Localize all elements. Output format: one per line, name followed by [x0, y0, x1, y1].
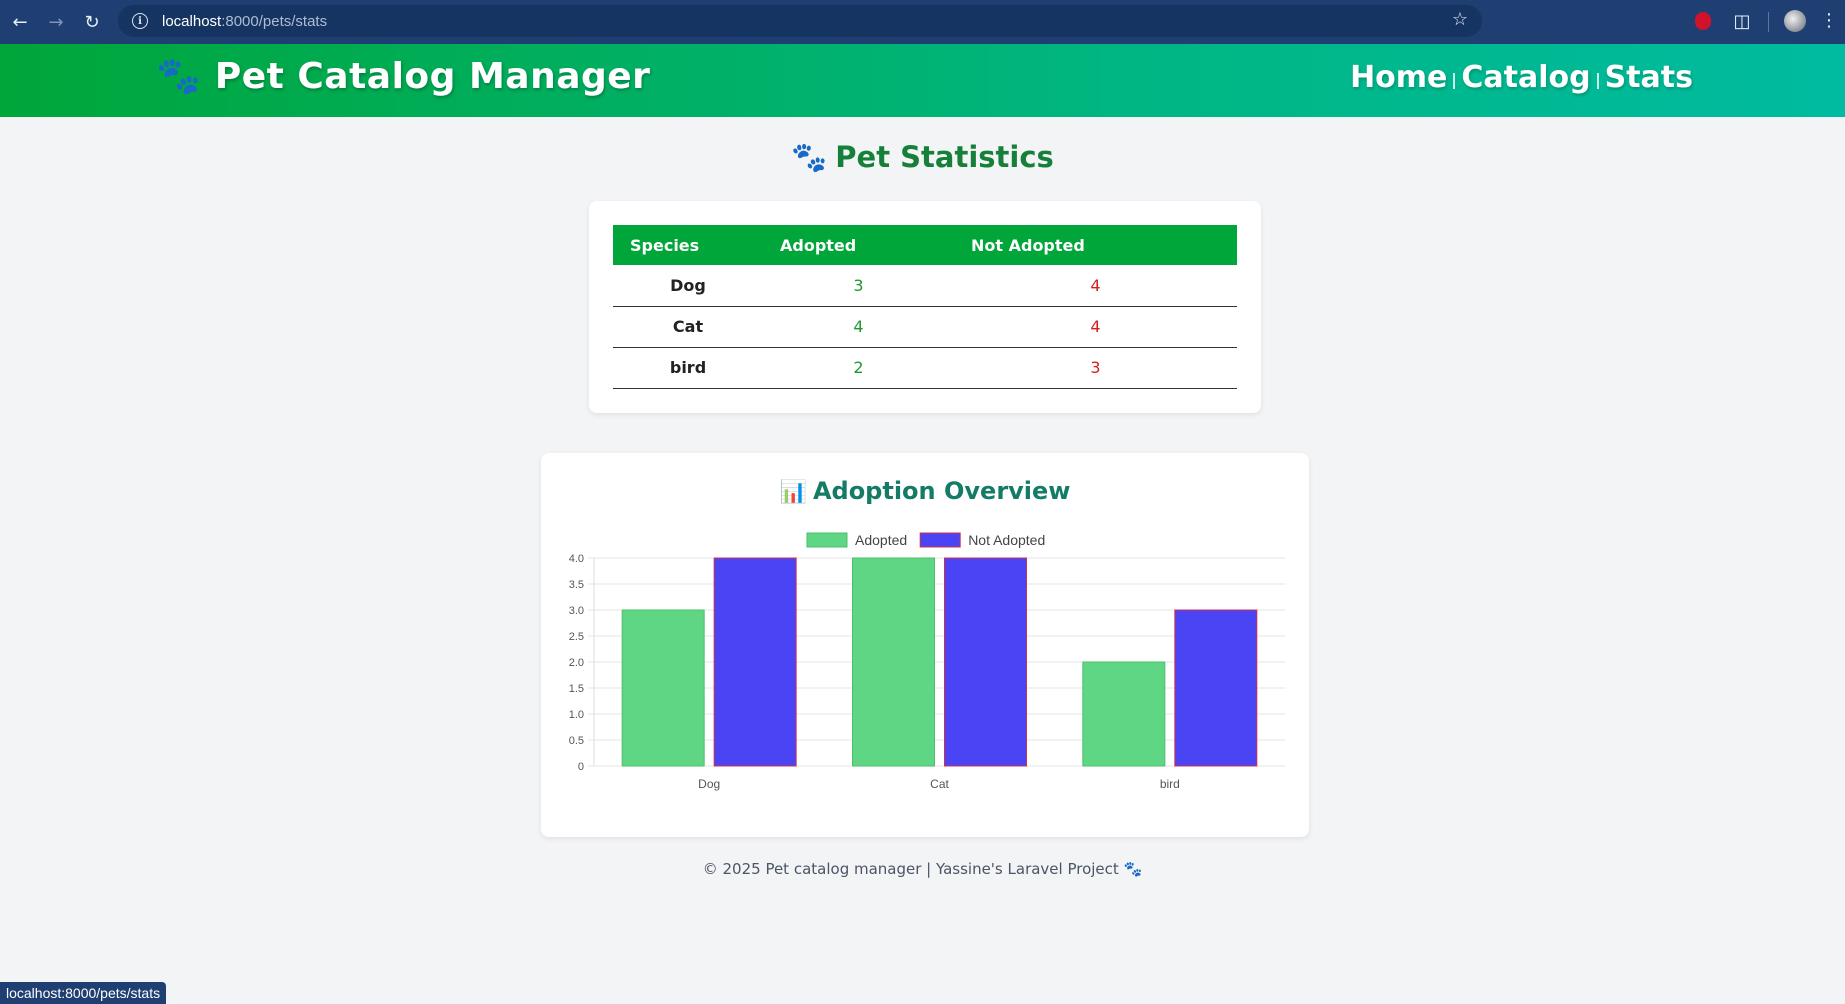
not-adopted-cell: 3 — [954, 347, 1237, 389]
column-header-species: Species — [613, 225, 763, 265]
table-header-row: Species Adopted Not Adopted — [613, 225, 1237, 265]
paw-icon: 🐾 — [791, 140, 828, 174]
bookmark-star-icon[interactable]: ☆ — [1452, 9, 1468, 30]
bar-not-adopted-dog — [713, 557, 797, 767]
y-tick-label: 1.5 — [569, 683, 584, 695]
legend-swatch — [806, 532, 848, 548]
site-info-icon[interactable]: i — [132, 13, 148, 29]
nav-divider — [1596, 72, 1599, 89]
table-row: Dog 3 4 — [613, 265, 1237, 307]
paw-icon: 🐾 — [1123, 860, 1143, 878]
legend-swatch — [919, 532, 961, 548]
status-bar-url: localhost:8000/pets/stats — [0, 982, 167, 1004]
bar-adopted-bird — [1082, 661, 1166, 767]
x-tick-label: bird — [1160, 777, 1180, 791]
table-row: Cat 4 4 — [613, 306, 1237, 348]
browser-menu-icon[interactable]: ⋮ — [1820, 10, 1838, 31]
stats-table: Species Adopted Not Adopted Dog 3 4 Cat … — [613, 225, 1237, 389]
browser-toolbar: ← → ↻ i localhost:8000/pets/stats ☆ ◫ ⋮ — [0, 0, 1845, 44]
paw-icon: 🐾 — [156, 55, 201, 97]
y-tick-label: 3.0 — [569, 605, 584, 617]
y-tick-label: 4.0 — [569, 553, 584, 565]
bar-adopted-cat — [852, 557, 935, 767]
adopted-cell: 3 — [763, 265, 954, 307]
adopted-cell: 2 — [763, 347, 954, 389]
y-tick-label: 2.0 — [569, 657, 584, 669]
x-tick-label: Dog — [698, 777, 720, 791]
forward-arrow-icon[interactable]: → — [38, 4, 74, 40]
brand[interactable]: 🐾 Pet Catalog Manager — [156, 56, 650, 97]
species-cell: Cat — [613, 306, 763, 348]
nav-link-stats[interactable]: Stats — [1605, 60, 1693, 95]
brand-title: Pet Catalog Manager — [214, 56, 651, 97]
bar-adopted-dog — [621, 609, 705, 767]
y-tick-label: 3.5 — [569, 579, 584, 591]
toolbar-separator — [1768, 12, 1769, 32]
profile-avatar[interactable] — [1784, 10, 1806, 32]
page-title-text: Pet Statistics — [835, 140, 1054, 174]
y-tick-label: 0 — [578, 761, 584, 773]
bar-chart-icon: 📊 — [779, 480, 807, 505]
page-title: 🐾 Pet Statistics — [0, 140, 1845, 175]
not-adopted-cell: 4 — [954, 265, 1237, 307]
stats-table-card: Species Adopted Not Adopted Dog 3 4 Cat … — [589, 201, 1261, 413]
app-header: 🐾 Pet Catalog Manager Home Catalog Stats — [0, 44, 1845, 117]
x-tick-label: Cat — [930, 777, 949, 791]
back-arrow-icon[interactable]: ← — [2, 4, 38, 40]
adopted-cell: 4 — [763, 306, 954, 348]
footer: © 2025 Pet catalog manager | Yassine's L… — [0, 860, 1845, 878]
nav-link-catalog[interactable]: Catalog — [1461, 60, 1590, 95]
chart-card: 📊 Adoption Overview 0 0.5 1.0 1.5 2.0 2.5 3.0 3.… — [541, 453, 1309, 837]
not-adopted-cell: 4 — [954, 306, 1237, 348]
table-row: bird 2 3 — [613, 347, 1237, 389]
nav-divider — [1453, 72, 1456, 89]
species-cell: Dog — [613, 265, 763, 307]
extension-shield-icon[interactable] — [1692, 10, 1714, 32]
legend-label: Adopted — [855, 532, 907, 548]
column-header-not-adopted: Not Adopted — [954, 225, 1237, 265]
bar-not-adopted-cat — [944, 557, 1027, 767]
y-tick-label: 0.5 — [569, 735, 584, 747]
nav-link-home[interactable]: Home — [1350, 60, 1447, 95]
footer-text: © 2025 Pet catalog manager | Yassine's L… — [702, 860, 1119, 878]
extensions-puzzle-icon[interactable]: ◫ — [1731, 10, 1753, 32]
address-bar[interactable]: i localhost:8000/pets/stats ☆ — [118, 5, 1482, 37]
address-url[interactable]: localhost:8000/pets/stats — [162, 13, 327, 30]
legend-label: Not Adopted — [968, 532, 1045, 548]
y-tick-label: 1.0 — [569, 709, 584, 721]
adoption-bar-chart: 0 0.5 1.0 1.5 2.0 2.5 3.0 3.5 4.0 Dog Cat bird Adopt… — [569, 532, 1285, 791]
reload-icon[interactable]: ↻ — [74, 4, 110, 40]
chart-title: 📊 Adoption Overview — [541, 477, 1309, 505]
chart-title-text: Adoption Overview — [812, 477, 1071, 505]
bar-not-adopted-bird — [1174, 609, 1258, 767]
column-header-adopted: Adopted — [763, 225, 954, 265]
y-tick-label: 2.5 — [569, 631, 584, 643]
main-nav: Home Catalog Stats — [1350, 60, 1693, 95]
species-cell: bird — [613, 347, 763, 389]
